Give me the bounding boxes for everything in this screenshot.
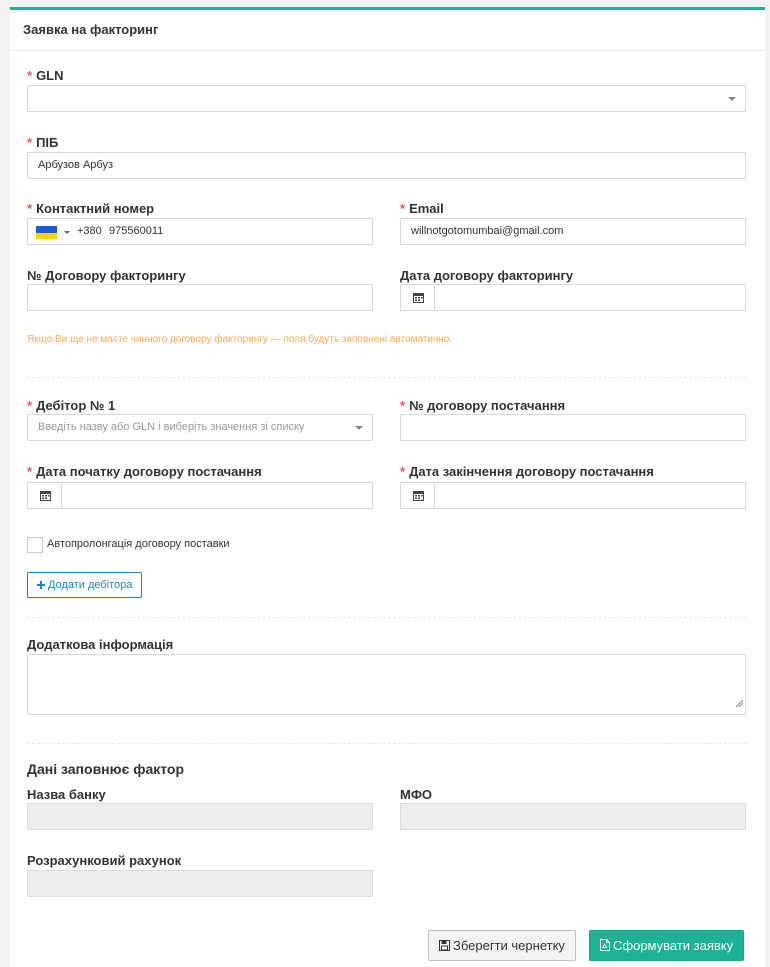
bank-name-input xyxy=(27,803,373,830)
gln-select[interactable] xyxy=(27,85,746,112)
supply-end-label: * Дата закінчення договору постачання xyxy=(400,464,654,479)
add-debtor-button[interactable]: Додати дебітора xyxy=(27,572,143,598)
file-pdf-icon xyxy=(600,932,610,961)
factoring-hint: Якщо Ви ще не маєте чинного договору фак… xyxy=(27,334,453,345)
contract-number-input[interactable] xyxy=(27,284,373,311)
factor-section-title: Дані заповнює фактор xyxy=(27,761,185,777)
panel-title: Заявка на факторинг xyxy=(23,22,159,37)
required-marker: * xyxy=(27,68,33,83)
account-label: Розрахунковий рахунок xyxy=(27,853,182,868)
factoring-request-panel: Заявка на факторинг * GLN * ПІБ Арбузов Ар… xyxy=(10,7,765,967)
email-label: * Email xyxy=(400,201,444,216)
autoprolong-label[interactable]: Автопролонгація договору поставки xyxy=(47,538,230,550)
floppy-icon xyxy=(439,932,450,961)
chevron-down-icon xyxy=(728,97,736,101)
supply-start-input[interactable] xyxy=(27,482,373,509)
chevron-down-icon xyxy=(355,426,363,430)
calendar-icon[interactable] xyxy=(28,483,62,508)
phone-value: 975560011 xyxy=(109,225,164,237)
required-marker: * xyxy=(27,201,33,216)
gln-label: * GLN xyxy=(27,68,64,83)
required-marker: * xyxy=(400,398,406,413)
supply-contract-number-label: * № договору постачання xyxy=(400,398,566,413)
autoprolong-checkbox[interactable] xyxy=(27,537,43,553)
divider xyxy=(27,743,747,744)
required-marker: * xyxy=(27,135,33,150)
email-input[interactable]: willnotgotomumbai@gmail.com xyxy=(400,218,746,245)
debtor-select[interactable]: Введіть назву або GLN і виберіть значенн… xyxy=(27,414,373,441)
bank-name-label: Назва банку xyxy=(27,787,106,802)
required-marker: * xyxy=(400,464,406,479)
save-draft-button[interactable]: Зберегти чернетку xyxy=(428,930,576,961)
plus-icon xyxy=(37,574,45,598)
contract-date-label: Дата договору факторингу xyxy=(400,268,574,283)
pib-input[interactable]: Арбузов Арбуз xyxy=(27,152,746,179)
divider xyxy=(27,617,747,618)
chevron-down-icon xyxy=(64,231,70,234)
supply-contract-number-input[interactable] xyxy=(400,414,746,441)
required-marker: * xyxy=(400,201,406,216)
calendar-icon[interactable] xyxy=(401,483,435,508)
supply-start-label: * Дата початку договору постачання xyxy=(27,464,262,479)
dial-code: +380 xyxy=(77,225,102,237)
supply-end-input[interactable] xyxy=(400,482,746,509)
pib-label: * ПІБ xyxy=(27,135,59,150)
ukraine-flag-icon[interactable] xyxy=(36,226,57,239)
resize-grip-icon[interactable] xyxy=(735,694,744,712)
required-marker: * xyxy=(27,464,33,479)
phone-input[interactable]: +380 975560011 xyxy=(27,218,373,245)
mfo-label: МФО xyxy=(400,787,433,802)
additional-info-textarea[interactable] xyxy=(27,654,746,715)
contract-number-label: № Договору факторингу xyxy=(27,268,186,283)
submit-request-button[interactable]: Сформувати заявку xyxy=(589,930,745,961)
mfo-input xyxy=(400,803,746,830)
panel-header: Заявка на факторинг xyxy=(10,10,765,51)
calendar-icon[interactable] xyxy=(401,285,435,310)
additional-info-label: Додаткова інформація xyxy=(27,637,174,652)
contract-date-input[interactable] xyxy=(400,284,746,311)
divider xyxy=(27,377,747,378)
phone-label: * Контактний номер xyxy=(27,201,155,216)
debtor-label: * Дебітор № 1 xyxy=(27,398,116,413)
required-marker: * xyxy=(27,398,33,413)
account-input xyxy=(27,870,373,897)
